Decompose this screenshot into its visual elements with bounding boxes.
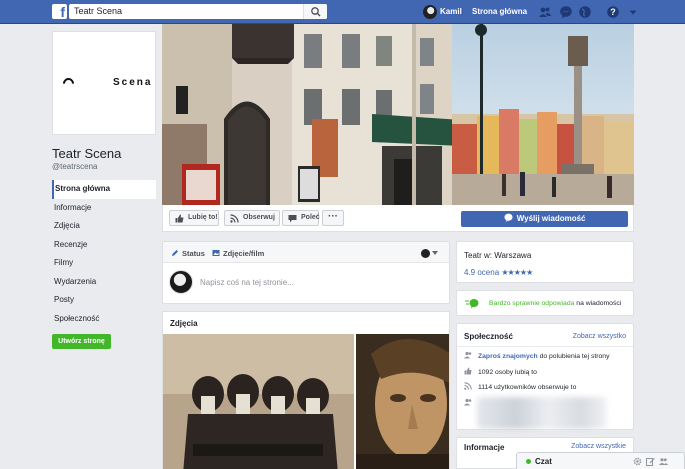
friends-icon [464,398,472,406]
user-avatar[interactable] [423,5,437,19]
nav-item-photos[interactable]: Zdjęcia [52,217,156,236]
share-button[interactable]: Poleć [282,210,320,226]
invite-rest-text: do polubienia tej strony [539,353,610,360]
fast-response-icon [465,299,479,309]
community-title[interactable]: Społeczność [464,332,513,341]
search-icon [311,7,321,17]
cover-photo[interactable] [162,24,634,205]
photos-section: Zdjęcia [162,311,450,469]
photo-thumbnail[interactable] [163,334,354,469]
send-message-button[interactable]: Wyślij wiadomość [461,211,628,227]
caret-down-icon[interactable] [626,5,640,19]
follow-button[interactable]: Obserwuj [224,210,280,226]
info-title[interactable]: Informacje [464,443,504,452]
online-status-dot [526,459,531,464]
photo-thumbnail[interactable] [356,334,449,469]
community-see-all-link[interactable]: Zobacz wszystko [573,333,626,340]
chat-label: Czat [535,457,552,466]
pencil-icon [172,250,178,256]
help-icon[interactable]: ? [606,5,620,19]
home-link[interactable]: Strona główna [462,7,527,16]
response-rest: na wiadomości [576,300,622,307]
cover-photo-image [162,24,634,205]
page-category[interactable]: Teatr w: Warszawa [464,251,531,260]
tab-status-label: Status [182,249,205,258]
nav-item-home[interactable]: Strona główna [52,180,156,199]
invite-friends-row: Zaproś znajomych do polubienia tej stron… [464,351,609,360]
messenger-icon[interactable] [559,5,573,19]
profile-logo-text: Scena [113,77,153,88]
svg-text:?: ? [610,7,616,17]
info-see-all-link[interactable]: Zobacz wszystkie [571,443,626,450]
nav-item-about[interactable]: Informacje [52,199,156,218]
friends-who-like-row [464,398,478,407]
gear-icon[interactable] [633,457,642,466]
composer-tabs: Status Zdjęcie/film [163,242,449,263]
messenger-icon [504,213,512,222]
nav-item-posts[interactable]: Posty [52,291,156,310]
blurred-friend-avatars [477,397,607,429]
post-as-avatar[interactable] [421,249,430,258]
followers-count: 1114 użytkowników obserwuje to [478,384,577,391]
tab-photo-label: Zdjęcie/film [223,249,265,258]
chat-bar[interactable]: Czat [516,452,685,469]
community-card: Społeczność Zobacz wszystko Zaproś znajo… [456,323,634,430]
likes-count: 1092 osoby lubią to [478,369,537,376]
nav-item-events[interactable]: Wydarzenia [52,273,156,292]
composer-input[interactable]: Napisz coś na tej stronie... [200,278,294,287]
profile-link[interactable]: Kamil [440,7,462,16]
search-input[interactable]: Teatr Scena [69,4,327,19]
about-card: Teatr w: Warszawa 4.9 ocena ★★★★★ [456,241,634,283]
invite-friends-link[interactable]: Zaproś znajomych [478,353,538,360]
page-avatar [169,270,193,294]
page-profile-picture[interactable]: Scena [52,31,156,135]
response-text: Bardzo sprawnie odpowiada na wiadomości [489,300,621,307]
compose-icon[interactable] [646,457,655,466]
create-page-button[interactable]: Utwórz stronę [52,334,111,349]
page-navigation: Strona główna Informacje Zdjęcia Recenzj… [52,180,156,328]
like-button-label: Lubię to! [188,214,218,221]
chevron-down-icon[interactable] [432,251,438,255]
top-navigation-bar: f Teatr Scena Kamil Strona główna ? [0,0,685,24]
response-speed: Bardzo sprawnie odpowiada [489,300,575,307]
rss-icon [230,214,239,223]
speech-bubble-icon [288,215,297,223]
photo-icon [212,250,220,256]
nav-item-reviews[interactable]: Recenzje [52,236,156,255]
tab-status[interactable]: Status [171,249,205,258]
rating-value: 4.9 ocena [464,268,500,277]
logo-arc-shape [60,75,77,92]
post-composer: Status Zdjęcie/film Napisz coś na tej st… [162,241,450,304]
likes-row: 1092 osoby lubią to [464,367,537,376]
send-message-label: Wyślij wiadomość [516,214,586,223]
divider [457,346,633,347]
friends-icon[interactable] [538,5,552,19]
globe-icon[interactable] [578,5,592,19]
photo-image [163,334,354,469]
rss-icon [464,382,472,390]
star-rating-icon: ★★★★★ [501,268,533,277]
like-button[interactable]: Lubię to! [169,210,219,226]
page-title[interactable]: Teatr Scena [52,146,121,161]
follow-button-label: Obserwuj [243,214,275,221]
nav-item-videos[interactable]: Filmy [52,254,156,273]
nav-item-community[interactable]: Społeczność [52,310,156,329]
thumbs-up-icon [464,367,472,375]
followers-row: 1114 użytkowników obserwuje to [464,382,576,391]
photos-title[interactable]: Zdjęcia [170,319,198,328]
search-button[interactable] [303,4,327,19]
page-username[interactable]: @teatrscena [52,162,97,171]
friends-icon [464,351,472,359]
tab-photo-video[interactable]: Zdjęcie/film [212,249,264,258]
share-button-label: Poleć [301,214,320,221]
photo-image [356,334,449,469]
facebook-logo[interactable]: f [52,4,67,19]
rating-link[interactable]: 4.9 ocena ★★★★★ [464,268,533,277]
response-badge-card: Bardzo sprawnie odpowiada na wiadomości [456,290,634,316]
thumbs-up-icon [175,214,184,223]
more-options-button[interactable]: ··· [322,210,344,226]
group-chat-icon[interactable] [659,457,668,466]
